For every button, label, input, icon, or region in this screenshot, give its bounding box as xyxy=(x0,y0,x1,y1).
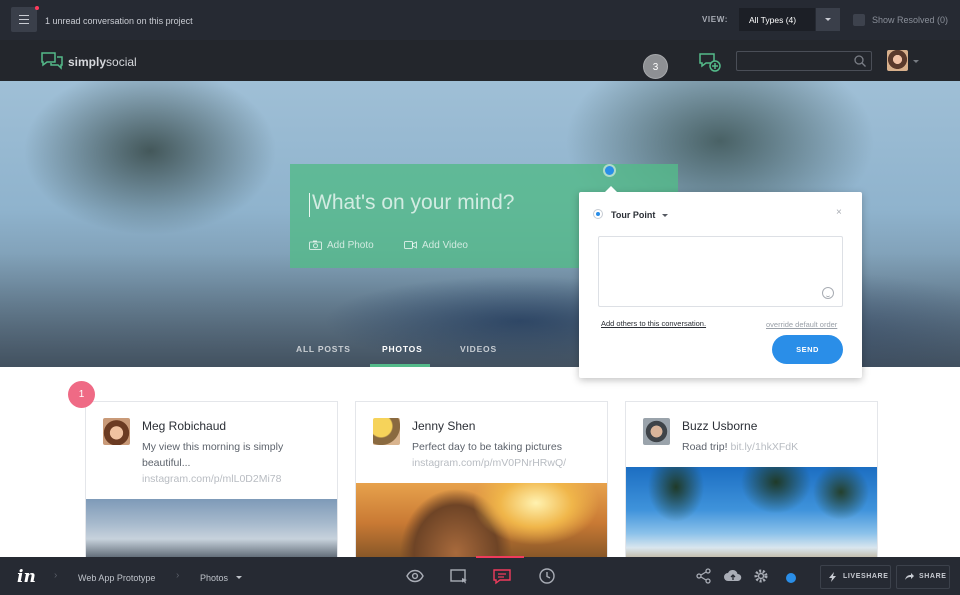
breadcrumb-project[interactable]: Web App Prototype xyxy=(78,573,155,583)
menu-button[interactable] xyxy=(11,6,39,32)
liveshare-button[interactable]: LIVESHARE xyxy=(820,565,891,589)
view-label: VIEW: xyxy=(702,15,728,24)
chevron-down-icon[interactable] xyxy=(816,8,840,31)
status-indicator[interactable] xyxy=(786,573,796,583)
avatar xyxy=(643,418,670,445)
share-arrow-icon xyxy=(905,573,914,580)
avatar xyxy=(373,418,400,445)
avatar xyxy=(103,418,130,445)
video-camera-icon xyxy=(404,241,417,249)
post-author[interactable]: Meg Robichaud xyxy=(142,419,226,433)
add-photo-label: Add Photo xyxy=(327,240,374,251)
post-message: My view this morning is simply beautiful… xyxy=(142,439,322,487)
view-type-select[interactable]: All Types (4) xyxy=(739,8,815,31)
post-message: Road trip! bit.ly/1hkXFdK xyxy=(682,439,862,455)
chat-bubbles-logo-icon xyxy=(41,52,63,70)
post-card[interactable]: Jenny Shen Perfect day to be taking pict… xyxy=(355,401,608,561)
preview-eye-icon[interactable] xyxy=(405,566,425,586)
active-tab-indicator xyxy=(370,364,430,367)
text-cursor xyxy=(309,193,310,217)
tour-point-pin[interactable] xyxy=(605,166,614,175)
invision-logo-icon[interactable]: in xyxy=(17,567,36,587)
comment-badge-1[interactable]: 1 xyxy=(68,381,95,408)
liveshare-label: LIVESHARE xyxy=(843,573,889,580)
camera-icon xyxy=(309,240,322,250)
post-author[interactable]: Buzz Usborne xyxy=(682,419,757,433)
chevron-right-icon: › xyxy=(54,570,58,581)
post-text: My view this morning is simply beautiful… xyxy=(142,441,284,469)
add-others-link[interactable]: Add others to this conversation. xyxy=(601,319,706,328)
post-card[interactable]: Buzz Usborne Road trip! bit.ly/1hkXFdK xyxy=(625,401,878,561)
post-card[interactable]: Meg Robichaud My view this morning is si… xyxy=(85,401,338,561)
post-message: Perfect day to be taking pictures instag… xyxy=(412,439,592,471)
composer-placeholder[interactable]: What's on your mind? xyxy=(312,191,514,215)
add-video-label: Add Video xyxy=(422,240,468,251)
post-link[interactable]: instagram.com/p/mV0PNrHRwQ/ xyxy=(412,457,566,469)
lightning-icon xyxy=(829,572,836,582)
comment-textarea[interactable] xyxy=(598,236,843,307)
show-resolved-label[interactable]: Show Resolved (0) xyxy=(872,15,948,25)
post-photo[interactable] xyxy=(356,483,607,560)
cloud-sync-icon[interactable] xyxy=(723,566,743,586)
search-input[interactable] xyxy=(736,51,872,71)
share-nodes-icon[interactable] xyxy=(694,566,714,586)
breadcrumb-screen[interactable]: Photos xyxy=(200,573,228,583)
add-video-button[interactable]: Add Video xyxy=(404,240,468,251)
logo-text[interactable]: simplysocial xyxy=(68,55,137,69)
logo-bold: simply xyxy=(68,55,107,69)
emoji-icon[interactable] xyxy=(822,287,834,299)
tab-videos[interactable]: VIDEOS xyxy=(460,344,497,354)
build-mode-icon[interactable] xyxy=(449,566,469,586)
comment-mode-icon[interactable] xyxy=(492,566,512,586)
chevron-down-icon[interactable] xyxy=(662,214,668,217)
post-text: Perfect day to be taking pictures xyxy=(412,441,562,453)
post-author[interactable]: Jenny Shen xyxy=(412,419,475,433)
unread-conversation-text[interactable]: 1 unread conversation on this project xyxy=(45,16,193,26)
chevron-down-icon[interactable] xyxy=(236,576,242,579)
history-clock-icon[interactable] xyxy=(537,566,557,586)
share-button[interactable]: SHARE xyxy=(896,565,950,589)
chevron-down-icon[interactable] xyxy=(913,60,919,63)
tab-all-posts[interactable]: ALL POSTS xyxy=(296,344,351,354)
override-order-link[interactable]: override default order xyxy=(766,320,837,329)
add-photo-button[interactable]: Add Photo xyxy=(309,240,374,251)
notification-dot xyxy=(35,6,39,10)
share-label: SHARE xyxy=(919,573,947,580)
post-photo[interactable] xyxy=(626,467,877,560)
send-button[interactable]: SEND xyxy=(772,335,843,364)
active-mode-indicator xyxy=(476,556,524,558)
post-text: Road trip! xyxy=(682,441,728,453)
gear-icon[interactable] xyxy=(751,566,771,586)
search-icon xyxy=(854,55,866,67)
tour-point-title[interactable]: Tour Point xyxy=(611,210,655,220)
tour-point-radio[interactable] xyxy=(593,209,603,219)
show-resolved-checkbox[interactable] xyxy=(853,14,865,26)
post-link[interactable]: instagram.com/p/mlL0D2Mi78 xyxy=(142,473,281,485)
chevron-right-icon: › xyxy=(176,570,180,581)
invision-bottombar: in › Web App Prototype › Photos xyxy=(0,557,960,595)
logo-light: social xyxy=(106,55,137,69)
comment-badge-3[interactable]: 3 xyxy=(643,54,668,79)
post-photo[interactable] xyxy=(86,499,337,560)
post-link[interactable]: bit.ly/1hkXFdK xyxy=(730,441,798,453)
tour-point-popup: Tour Point × Add others to this conversa… xyxy=(579,186,862,378)
user-avatar[interactable] xyxy=(887,50,908,71)
tab-photos[interactable]: PHOTOS xyxy=(382,344,423,354)
invision-topbar: 1 unread conversation on this project VI… xyxy=(0,0,960,40)
close-icon[interactable]: × xyxy=(836,207,842,218)
new-message-icon[interactable] xyxy=(698,51,722,73)
